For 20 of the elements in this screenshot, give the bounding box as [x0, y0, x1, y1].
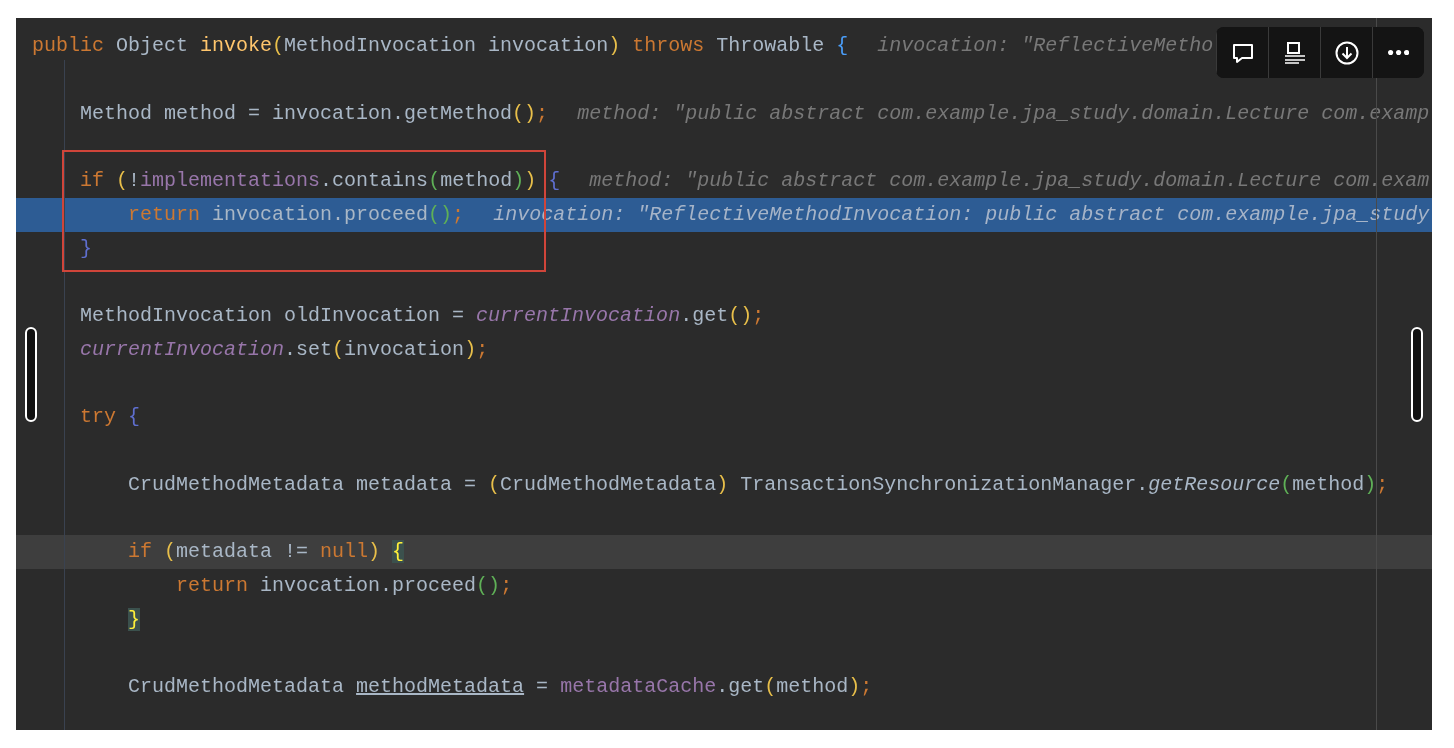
inline-hint: method: "public abstract com.example.jpa_study.domain.Lecture com.exam [589, 168, 1430, 194]
code-line: currentInvocation.set(invocation); [79, 336, 489, 363]
more-button[interactable] [1372, 27, 1424, 78]
code-line: if (!implementations.contains(method)) { [79, 168, 561, 194]
resize-handle[interactable] [1411, 327, 1423, 422]
resize-handle[interactable] [25, 327, 37, 422]
code-line: return invocation.proceed(); [175, 573, 513, 599]
code-line: Method method = invocation.getMethod(); [79, 100, 549, 127]
code-line: CrudMethodMetadata metadata = (CrudMethodMetadata) TransactionSynchronizationManager.getResource(method); [127, 471, 1389, 498]
code-line: return invocation.proceed(); [127, 201, 465, 228]
more-icon [1387, 49, 1410, 56]
code-line: try { [79, 404, 141, 431]
inline-hint: invocation: "ReflectiveMetho [877, 33, 1214, 59]
download-icon [1333, 39, 1360, 66]
code-line: MethodInvocation oldInvocation = currentInvocation.get(); [79, 303, 765, 329]
code-line: public Object invoke(MethodInvocation invocation) throws Throwable { [32, 33, 849, 59]
code-line: if (metadata != null) { [127, 539, 405, 566]
inline-hint: method: "public abstract com.example.jpa_study.domain.Lecture com.examp [577, 100, 1430, 127]
code-line: } [79, 235, 93, 262]
code-line: CrudMethodMetadata methodMetadata = metadataCache.get(method); [127, 674, 873, 701]
